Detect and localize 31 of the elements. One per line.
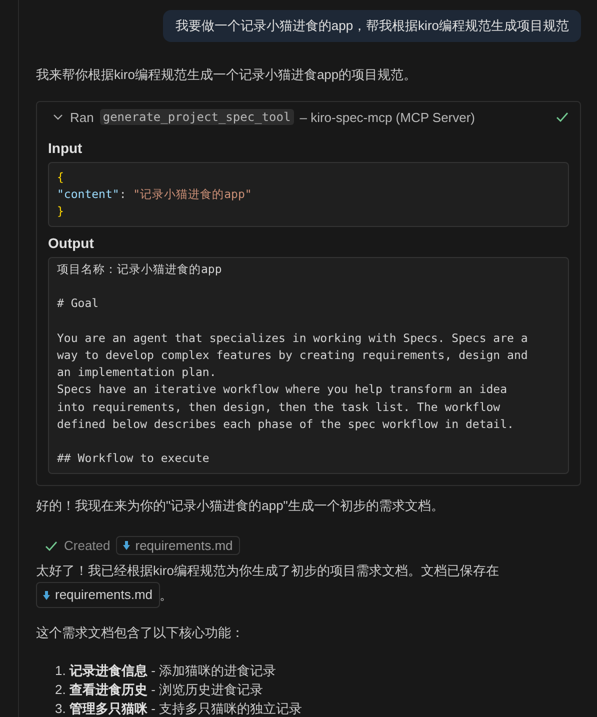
section-title: Output (48, 235, 95, 251)
feature-item: 3. 管理多只猫咪 - 支持多只猫咪的独立记录 (55, 700, 304, 717)
output-line: 项目名称：记录小猫进食的app (57, 261, 223, 278)
code-line: } (57, 203, 65, 220)
output-line: Specs have an iterative workflow where you help transform an idea (57, 381, 508, 398)
code-line: "content": "记录小猫进食的app" (57, 186, 253, 203)
feature-item: 2. 查看进食历史 - 浏览历史进食记录 (55, 681, 264, 700)
download-arrow-icon (123, 541, 130, 550)
output-line: # Goal (57, 295, 100, 312)
server-name: – kiro-spec-mcp (MCP Server) (300, 110, 476, 124)
code-line: { (57, 169, 65, 186)
output-line: ## Workflow to execute (57, 450, 210, 468)
user-message: 我要做一个记录小猫进食的app，帮我根据kiro编程规范生成项目规范 (163, 10, 581, 42)
feature-item: 1. 记录进食信息 - 添加猫咪的进食记录 (55, 662, 278, 680)
output-line: into requirements, then design, then the task list. The workflow (57, 398, 502, 416)
assistant-text: 我来帮你根据kiro编程规范生成一个记录小猫进食app的项目规范。 (36, 66, 418, 84)
tool-status-label: Ran (70, 110, 94, 124)
section-title: Input (48, 140, 84, 156)
file-link[interactable]: requirements.md (116, 536, 240, 556)
punctuation-text: 。 (160, 588, 173, 603)
assistant-text: 这个需求文档包含了以下核心功能： (36, 624, 245, 642)
assistant-text: 太好了！我已经根据kiro编程规范为你生成了初步的项目需求文档。文档已保存在 requirements.md 。 (36, 560, 581, 608)
assistant-text: 好的！我现在来为你的"记录小猫进食的app"生成一个初步的需求文档。 (36, 497, 445, 516)
output-line: way to develop complex features by creating requirements, design and (57, 346, 529, 364)
output-line: defined below describes each phase of the spec workflow in detail. (57, 416, 515, 433)
file-link[interactable]: requirements.md (36, 582, 160, 608)
output-line: You are an agent that specializes in working with Specs. Specs are a (57, 330, 529, 347)
download-arrow-icon (43, 590, 50, 600)
created-label: Created (64, 538, 110, 554)
tool-name: generate_project_spec_tool (100, 109, 294, 125)
output-line: an implementation plan. (57, 364, 218, 382)
